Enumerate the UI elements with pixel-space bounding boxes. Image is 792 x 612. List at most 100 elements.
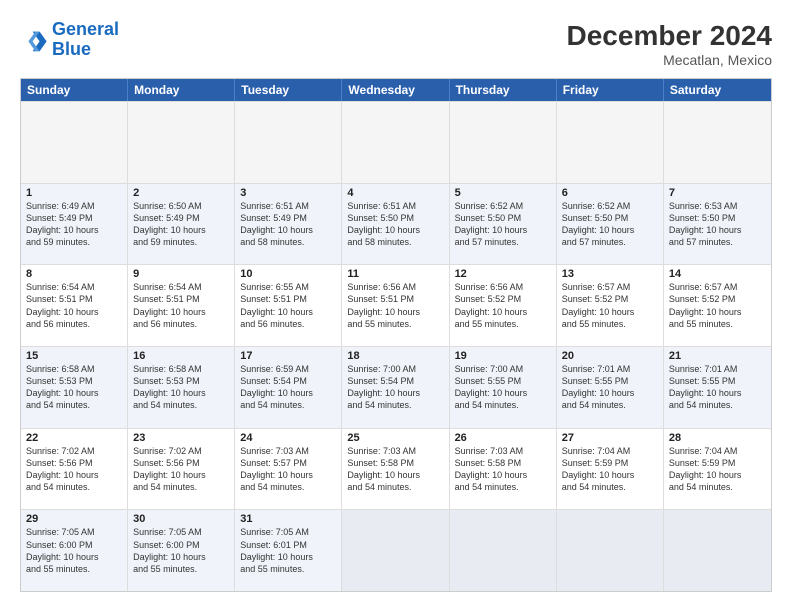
day-info: Sunrise: 7:03 AMSunset: 5:58 PMDaylight:… [455,445,551,494]
day-number: 20 [562,350,658,362]
day-number: 9 [133,268,229,280]
calendar-cell-5-4 [450,510,557,591]
calendar-cell-4-3: 25Sunrise: 7:03 AMSunset: 5:58 PMDayligh… [342,429,449,510]
logo: General Blue [20,20,119,60]
day-info: Sunrise: 7:02 AMSunset: 5:56 PMDaylight:… [133,445,229,494]
logo-line1: General [52,19,119,39]
subtitle: Mecatlan, Mexico [567,52,772,68]
logo-icon [20,26,48,54]
calendar-cell-0-3 [342,102,449,183]
day-info: Sunrise: 7:01 AMSunset: 5:55 PMDaylight:… [669,363,766,412]
day-number: 11 [347,268,443,280]
header-tuesday: Tuesday [235,79,342,101]
day-info: Sunrise: 7:05 AMSunset: 6:00 PMDaylight:… [26,526,122,575]
day-info: Sunrise: 7:02 AMSunset: 5:56 PMDaylight:… [26,445,122,494]
calendar-cell-3-1: 16Sunrise: 6:58 AMSunset: 5:53 PMDayligh… [128,347,235,428]
day-info: Sunrise: 6:56 AMSunset: 5:52 PMDaylight:… [455,281,551,330]
day-number: 28 [669,432,766,444]
calendar-cell-0-0 [21,102,128,183]
day-number: 22 [26,432,122,444]
header-monday: Monday [128,79,235,101]
calendar-cell-1-4: 5Sunrise: 6:52 AMSunset: 5:50 PMDaylight… [450,184,557,265]
day-number: 13 [562,268,658,280]
calendar-cell-1-3: 4Sunrise: 6:51 AMSunset: 5:50 PMDaylight… [342,184,449,265]
calendar-cell-2-6: 14Sunrise: 6:57 AMSunset: 5:52 PMDayligh… [664,265,771,346]
day-info: Sunrise: 7:01 AMSunset: 5:55 PMDaylight:… [562,363,658,412]
day-number: 30 [133,513,229,525]
calendar-row-2: 8Sunrise: 6:54 AMSunset: 5:51 PMDaylight… [21,264,771,346]
calendar-cell-1-6: 7Sunrise: 6:53 AMSunset: 5:50 PMDaylight… [664,184,771,265]
calendar-cell-5-2: 31Sunrise: 7:05 AMSunset: 6:01 PMDayligh… [235,510,342,591]
calendar-cell-2-5: 13Sunrise: 6:57 AMSunset: 5:52 PMDayligh… [557,265,664,346]
day-info: Sunrise: 7:04 AMSunset: 5:59 PMDaylight:… [562,445,658,494]
calendar-cell-4-0: 22Sunrise: 7:02 AMSunset: 5:56 PMDayligh… [21,429,128,510]
day-number: 18 [347,350,443,362]
header-saturday: Saturday [664,79,771,101]
day-number: 3 [240,187,336,199]
calendar-row-3: 15Sunrise: 6:58 AMSunset: 5:53 PMDayligh… [21,346,771,428]
calendar-cell-4-1: 23Sunrise: 7:02 AMSunset: 5:56 PMDayligh… [128,429,235,510]
day-info: Sunrise: 6:57 AMSunset: 5:52 PMDaylight:… [669,281,766,330]
calendar-cell-4-4: 26Sunrise: 7:03 AMSunset: 5:58 PMDayligh… [450,429,557,510]
day-number: 26 [455,432,551,444]
calendar-cell-3-4: 19Sunrise: 7:00 AMSunset: 5:55 PMDayligh… [450,347,557,428]
calendar-row-1: 1Sunrise: 6:49 AMSunset: 5:49 PMDaylight… [21,183,771,265]
header-thursday: Thursday [450,79,557,101]
day-number: 8 [26,268,122,280]
calendar-cell-0-5 [557,102,664,183]
day-number: 7 [669,187,766,199]
day-info: Sunrise: 6:58 AMSunset: 5:53 PMDaylight:… [133,363,229,412]
day-number: 5 [455,187,551,199]
day-number: 2 [133,187,229,199]
header-friday: Friday [557,79,664,101]
header-wednesday: Wednesday [342,79,449,101]
page: General Blue December 2024 Mecatlan, Mex… [0,0,792,612]
main-title: December 2024 [567,20,772,52]
day-number: 21 [669,350,766,362]
calendar-cell-4-6: 28Sunrise: 7:04 AMSunset: 5:59 PMDayligh… [664,429,771,510]
calendar-cell-2-1: 9Sunrise: 6:54 AMSunset: 5:51 PMDaylight… [128,265,235,346]
calendar-cell-1-5: 6Sunrise: 6:52 AMSunset: 5:50 PMDaylight… [557,184,664,265]
day-number: 10 [240,268,336,280]
calendar-cell-3-3: 18Sunrise: 7:00 AMSunset: 5:54 PMDayligh… [342,347,449,428]
day-number: 17 [240,350,336,362]
day-number: 1 [26,187,122,199]
day-info: Sunrise: 6:51 AMSunset: 5:49 PMDaylight:… [240,200,336,249]
calendar-cell-1-2: 3Sunrise: 6:51 AMSunset: 5:49 PMDaylight… [235,184,342,265]
calendar-cell-5-0: 29Sunrise: 7:05 AMSunset: 6:00 PMDayligh… [21,510,128,591]
day-info: Sunrise: 6:52 AMSunset: 5:50 PMDaylight:… [562,200,658,249]
calendar: Sunday Monday Tuesday Wednesday Thursday… [20,78,772,592]
day-number: 15 [26,350,122,362]
day-number: 6 [562,187,658,199]
logo-line2: Blue [52,39,91,59]
calendar-cell-0-4 [450,102,557,183]
day-info: Sunrise: 7:05 AMSunset: 6:00 PMDaylight:… [133,526,229,575]
day-info: Sunrise: 7:03 AMSunset: 5:58 PMDaylight:… [347,445,443,494]
day-number: 27 [562,432,658,444]
title-block: December 2024 Mecatlan, Mexico [567,20,772,68]
calendar-row-5: 29Sunrise: 7:05 AMSunset: 6:00 PMDayligh… [21,509,771,591]
logo-text: General Blue [52,20,119,60]
day-info: Sunrise: 6:57 AMSunset: 5:52 PMDaylight:… [562,281,658,330]
day-info: Sunrise: 6:55 AMSunset: 5:51 PMDaylight:… [240,281,336,330]
day-info: Sunrise: 6:49 AMSunset: 5:49 PMDaylight:… [26,200,122,249]
day-number: 4 [347,187,443,199]
day-info: Sunrise: 7:05 AMSunset: 6:01 PMDaylight:… [240,526,336,575]
calendar-cell-0-6 [664,102,771,183]
header-sunday: Sunday [21,79,128,101]
calendar-cell-2-4: 12Sunrise: 6:56 AMSunset: 5:52 PMDayligh… [450,265,557,346]
day-number: 14 [669,268,766,280]
calendar-cell-3-6: 21Sunrise: 7:01 AMSunset: 5:55 PMDayligh… [664,347,771,428]
day-info: Sunrise: 6:54 AMSunset: 5:51 PMDaylight:… [26,281,122,330]
day-number: 24 [240,432,336,444]
day-number: 29 [26,513,122,525]
day-info: Sunrise: 6:53 AMSunset: 5:50 PMDaylight:… [669,200,766,249]
day-info: Sunrise: 6:59 AMSunset: 5:54 PMDaylight:… [240,363,336,412]
day-number: 19 [455,350,551,362]
day-info: Sunrise: 6:50 AMSunset: 5:49 PMDaylight:… [133,200,229,249]
day-info: Sunrise: 6:58 AMSunset: 5:53 PMDaylight:… [26,363,122,412]
day-info: Sunrise: 7:00 AMSunset: 5:55 PMDaylight:… [455,363,551,412]
day-info: Sunrise: 6:54 AMSunset: 5:51 PMDaylight:… [133,281,229,330]
header: General Blue December 2024 Mecatlan, Mex… [20,20,772,68]
day-number: 31 [240,513,336,525]
